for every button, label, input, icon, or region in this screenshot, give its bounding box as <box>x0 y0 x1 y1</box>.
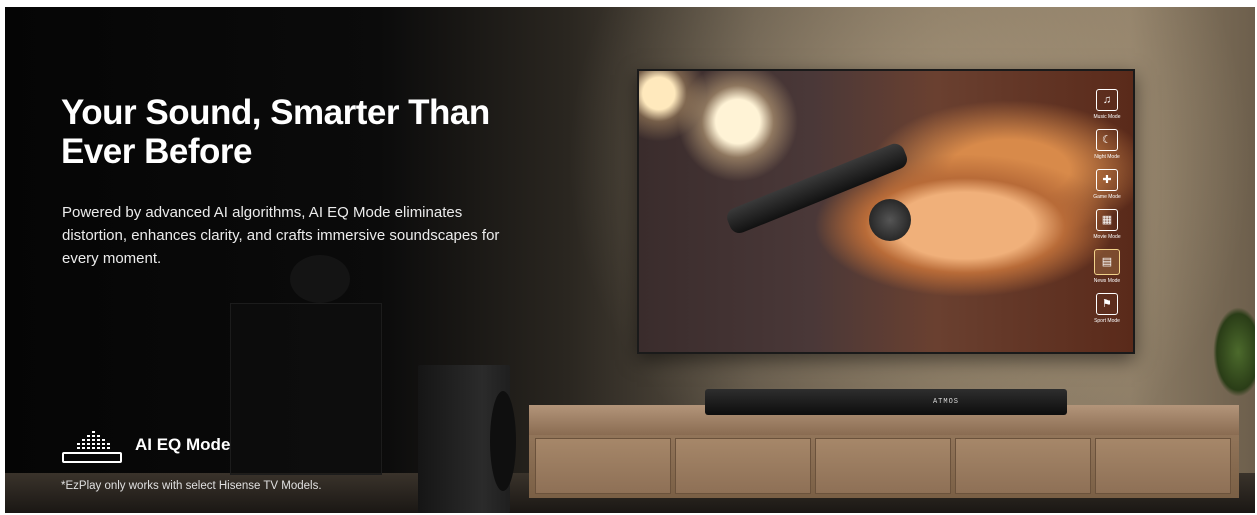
console-drawer <box>815 438 951 494</box>
music-note-icon: ♫ <box>1095 89 1118 111</box>
tv-mode-news[interactable]: ▤ News Mode <box>1094 249 1120 284</box>
news-icon: ▤ <box>1094 249 1120 275</box>
tv-mode-label: Music Mode <box>1093 114 1121 120</box>
banner-description: Powered by advanced AI algorithms, AI EQ… <box>62 204 500 267</box>
tv-mode-sport[interactable]: ⚑ Sport Mode <box>1094 293 1120 324</box>
console-drawer <box>535 438 671 494</box>
feature-label: AI EQ Mode <box>135 435 231 454</box>
hero-banner: ♫ Music Mode ☾ Night Mode ✚ Game Mode ▦ … <box>5 7 1255 513</box>
feature-ai-eq: AI EQ Mode <box>61 425 230 465</box>
tv-mode-label: Movie Mode <box>1093 234 1121 240</box>
runner-icon: ⚑ <box>1095 293 1118 315</box>
tv-screen: ♫ Music Mode ☾ Night Mode ✚ Game Mode ▦ … <box>637 69 1135 354</box>
tv-mode-game[interactable]: ✚ Game Mode <box>1093 169 1121 200</box>
equalizer-icon <box>62 431 122 463</box>
tv-console <box>529 405 1239 498</box>
microphone-head <box>869 199 911 241</box>
gamepad-icon: ✚ <box>1095 169 1118 191</box>
tv-mode-movie[interactable]: ▦ Movie Mode <box>1093 209 1121 240</box>
soundbar-label: ATMOS <box>932 398 959 406</box>
moon-icon: ☾ <box>1095 129 1118 151</box>
console-drawer <box>955 438 1091 494</box>
clapperboard-icon: ▦ <box>1095 209 1118 231</box>
tv-mode-menu: ♫ Music Mode ☾ Night Mode ✚ Game Mode ▦ … <box>1087 89 1127 333</box>
console-drawer <box>675 438 811 494</box>
side-shelf <box>230 303 382 475</box>
soundbar: ATMOS <box>705 389 1067 415</box>
console-drawer <box>1095 438 1231 494</box>
plant <box>1213 307 1255 397</box>
disclaimer-footnote: *EzPlay only works with select Hisense T… <box>61 480 322 492</box>
tv-mode-night[interactable]: ☾ Night Mode <box>1094 129 1120 160</box>
banner-heading: Your Sound, Smarter Than Ever Before <box>61 93 490 171</box>
tv-mode-music[interactable]: ♫ Music Mode <box>1093 89 1121 120</box>
tv-mode-label: News Mode <box>1093 278 1121 284</box>
tv-mode-label: Night Mode <box>1094 154 1120 160</box>
subwoofer <box>418 365 516 513</box>
tv-mode-label: Sport Mode <box>1094 318 1120 324</box>
tv-mode-label: Game Mode <box>1093 194 1121 200</box>
